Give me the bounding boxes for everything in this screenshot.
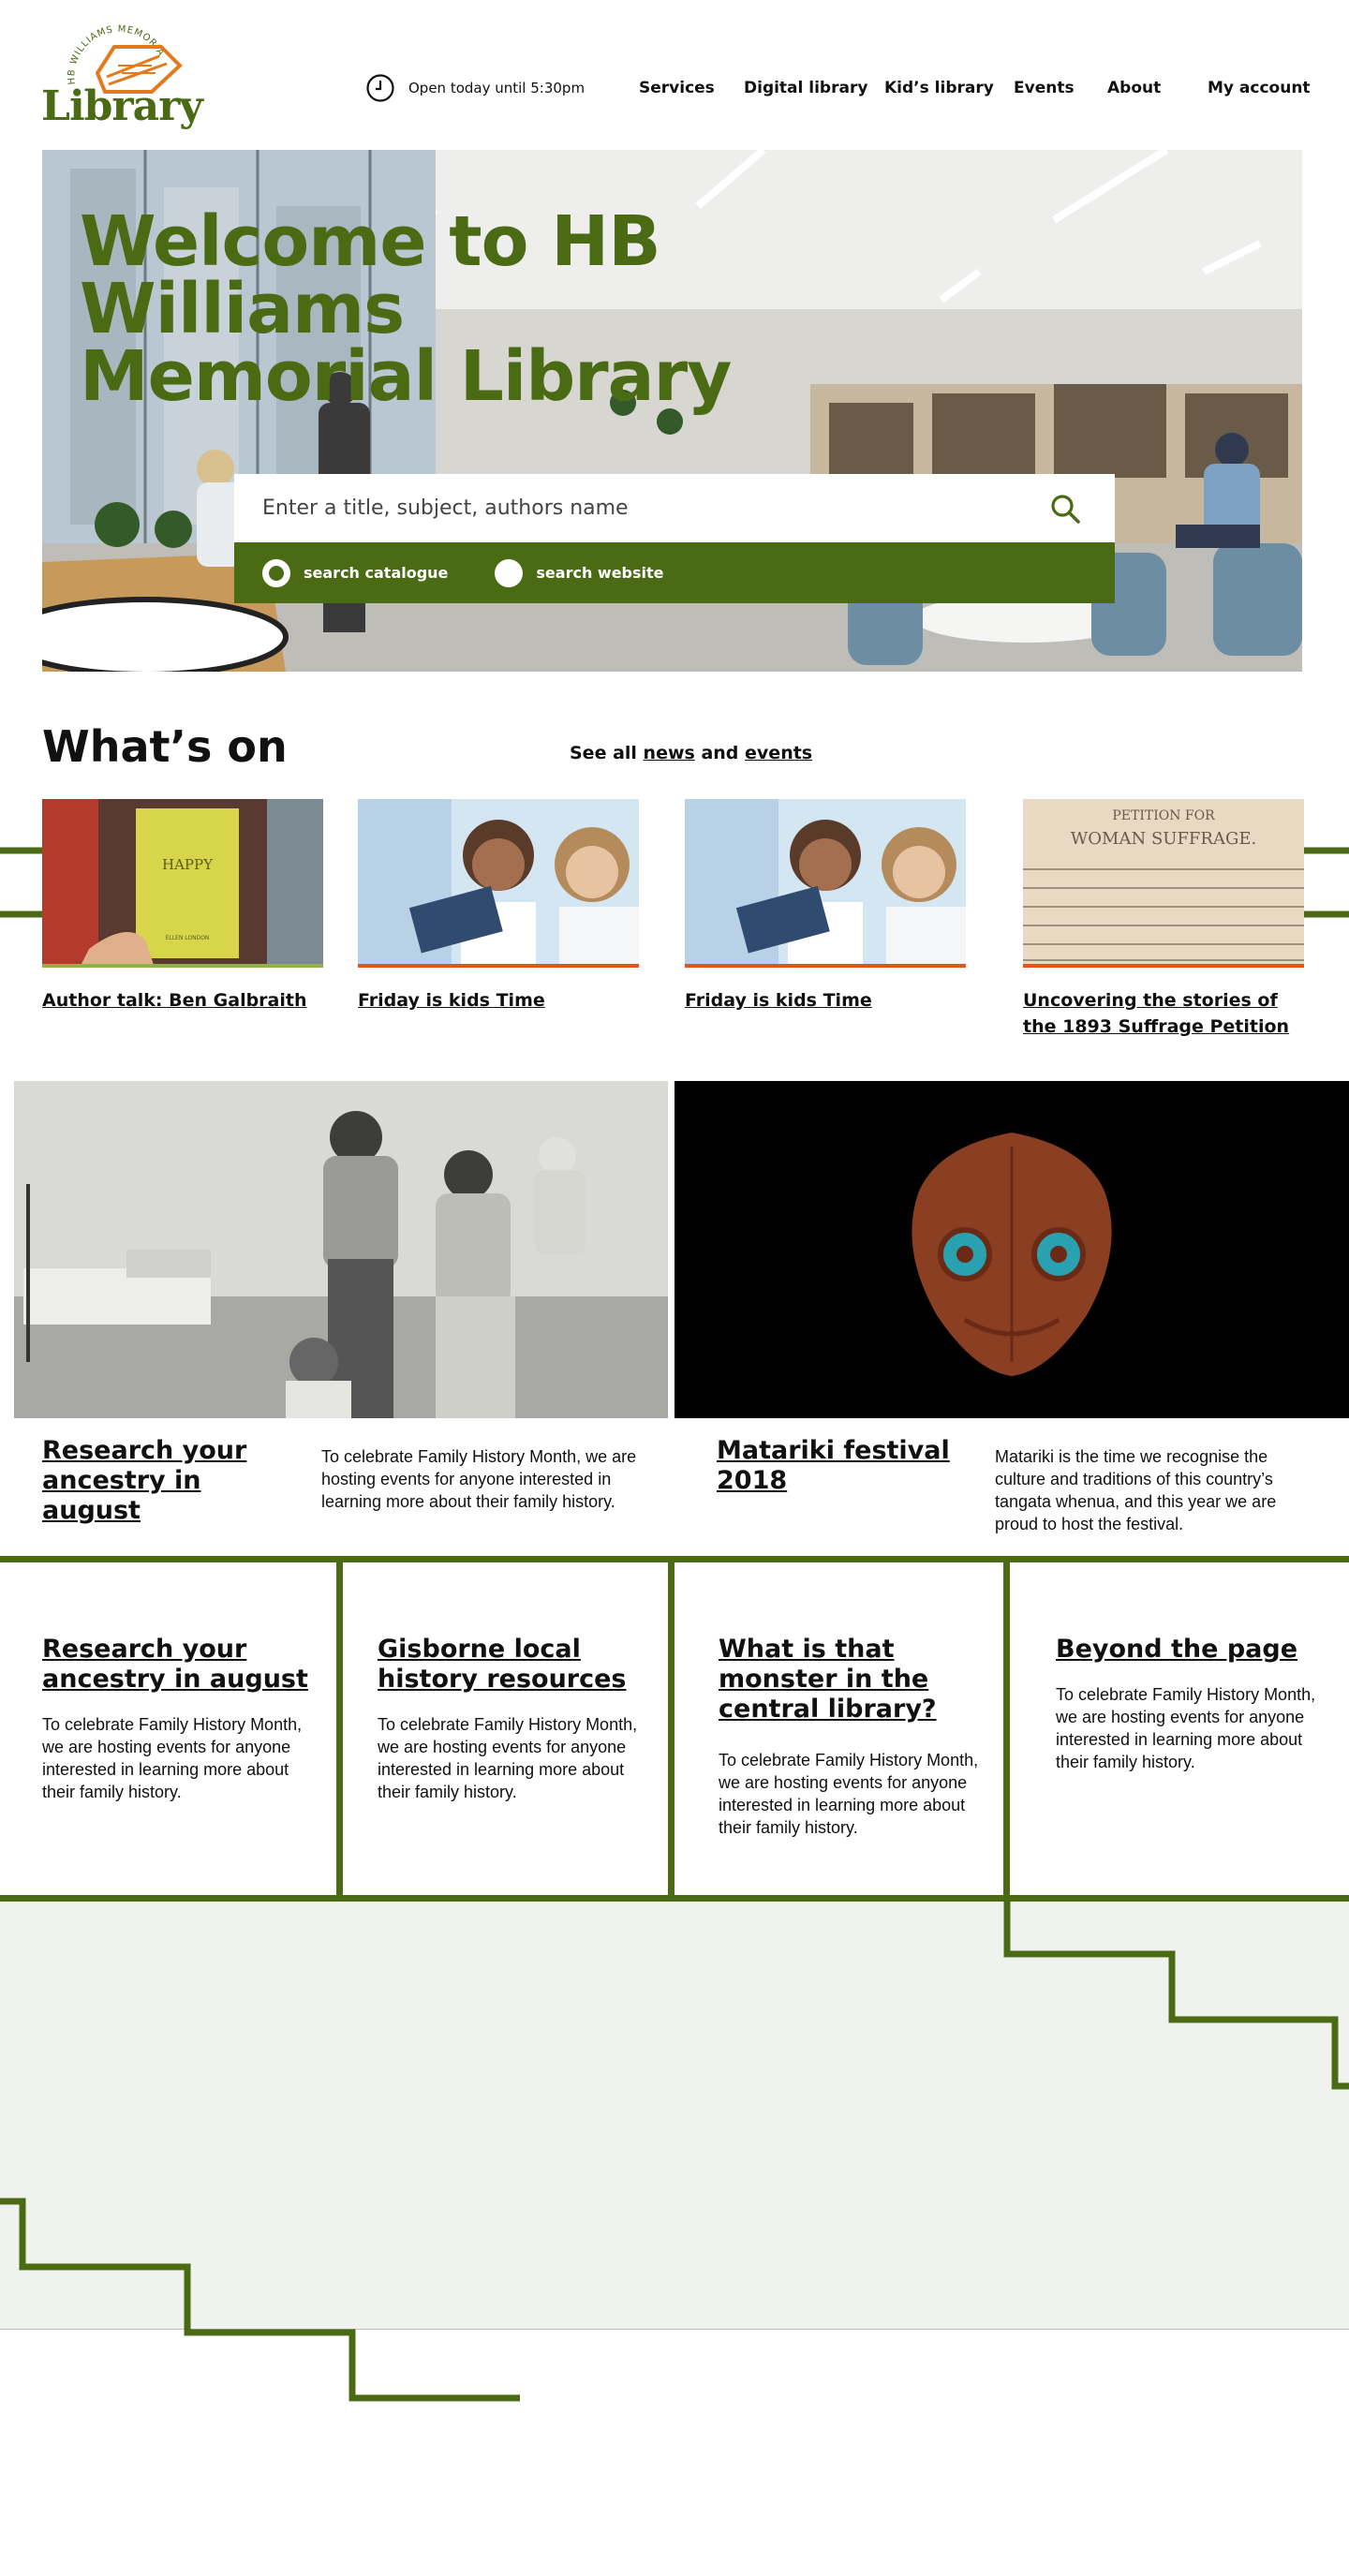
event-image-kids-time-1[interactable] xyxy=(358,799,639,968)
whats-on-title: What’s on xyxy=(42,721,288,772)
grid-line-top xyxy=(0,1556,1349,1562)
card-heading-ancestry[interactable]: Research your ancestry in august xyxy=(42,1635,314,1695)
nav-my-account[interactable]: My account xyxy=(1208,79,1311,101)
card-text-monster: To celebrate Family History Month, we ar… xyxy=(719,1751,979,1837)
hero-banner: Welcome to HB Williams Memorial Library … xyxy=(42,150,1302,672)
feature-heading-ancestry[interactable]: Research your ancestry in august xyxy=(42,1436,286,1526)
nav-about[interactable]: About xyxy=(1107,79,1161,101)
see-all-prefix: See all xyxy=(570,743,637,763)
search-options: search catalogue search website xyxy=(234,542,1115,603)
grid-divider-3 xyxy=(1003,1556,1010,1902)
radio-search-website-label: search website xyxy=(536,564,664,582)
card-text-ancestry: To celebrate Family History Month, we ar… xyxy=(42,1715,303,1801)
logo[interactable]: HB WILLIAMS MEMORIAL Library xyxy=(39,19,203,130)
event-title-author-talk[interactable]: Author talk: Ben Galbraith xyxy=(42,987,333,1014)
feature-text-ancestry: To celebrate Family History Month, we ar… xyxy=(321,1447,637,1511)
feature-image-ancestry[interactable] xyxy=(14,1081,668,1418)
card-ancestry: Research your ancestry in august To cele… xyxy=(42,1635,314,1803)
search-input[interactable] xyxy=(262,496,1049,520)
svg-text:ELLEN LONDON: ELLEN LONDON xyxy=(166,935,210,941)
radio-search-catalogue-label: search catalogue xyxy=(304,564,449,582)
search-icon[interactable] xyxy=(1049,493,1081,525)
card-text-beyond-page: To celebrate Family History Month, we ar… xyxy=(1056,1685,1316,1771)
feature-text-matariki: Matariki is the time we recognise the cu… xyxy=(995,1447,1277,1533)
event-title-suffrage[interactable]: Uncovering the stories of the 1893 Suffr… xyxy=(1023,987,1313,1040)
nav-services[interactable]: Services xyxy=(639,79,715,101)
radio-unselected-indicator[interactable] xyxy=(495,558,524,587)
event-title-kids-time-1[interactable]: Friday is kids Time xyxy=(358,987,648,1014)
card-beyond-page: Beyond the page To celebrate Family Hist… xyxy=(1056,1635,1327,1773)
card-heading-monster[interactable]: What is that monster in the central libr… xyxy=(719,1635,990,1725)
card-monster: What is that monster in the central libr… xyxy=(719,1635,990,1839)
nav-events[interactable]: Events xyxy=(1014,79,1075,101)
svg-text:HB WILLIAMS MEMORIAL: HB WILLIAMS MEMORIAL xyxy=(39,19,166,85)
see-all-and: and xyxy=(701,743,739,763)
see-all-links: See all news and events xyxy=(570,743,812,763)
event-photo-kids xyxy=(358,799,639,964)
event-image-kids-time-2[interactable] xyxy=(685,799,966,968)
decorative-steps xyxy=(0,1896,1349,2402)
opening-hours-text: Open today until 5:30pm xyxy=(408,80,586,96)
nav-kids-library[interactable]: Kid’s library xyxy=(884,79,994,101)
event-photo-book: HAPPY ELLEN LONDON xyxy=(42,799,323,964)
logo-wordmark: Library xyxy=(41,82,203,130)
nav-digital-library[interactable]: Digital library xyxy=(744,79,867,101)
hero-title-line1: Welcome to HB Williams xyxy=(80,201,661,349)
grid-divider-2 xyxy=(668,1556,674,1902)
events-link[interactable]: events xyxy=(745,743,812,763)
card-heading-local-history[interactable]: Gisborne local history resources xyxy=(378,1635,649,1695)
event-image-author-talk[interactable]: HAPPY ELLEN LONDON xyxy=(42,799,323,968)
card-local-history: Gisborne local history resources To cele… xyxy=(378,1635,649,1803)
feature-photo-carving xyxy=(674,1081,1349,1418)
card-text-local-history: To celebrate Family History Month, we ar… xyxy=(378,1715,638,1801)
feature-heading-matariki[interactable]: Matariki festival 2018 xyxy=(717,1436,998,1496)
feature-photo-family xyxy=(14,1081,668,1418)
radio-search-website[interactable]: search website xyxy=(495,558,664,587)
opening-hours: Open today until 5:30pm xyxy=(365,73,585,103)
svg-text:PETITION FOR: PETITION FOR xyxy=(1112,808,1215,823)
svg-text:WOMAN SUFFRAGE.: WOMAN SUFFRAGE. xyxy=(1071,829,1256,849)
radio-search-catalogue[interactable]: search catalogue xyxy=(262,558,449,587)
news-link[interactable]: news xyxy=(644,743,695,763)
event-image-suffrage[interactable]: PETITION FOR WOMAN SUFFRAGE. xyxy=(1023,799,1304,968)
grid-divider-1 xyxy=(336,1556,343,1902)
clock-icon xyxy=(366,74,394,102)
event-title-kids-time-2[interactable]: Friday is kids Time xyxy=(685,987,975,1014)
event-photo-kids xyxy=(685,799,966,964)
radio-selected-indicator[interactable] xyxy=(262,558,290,587)
card-heading-beyond-page[interactable]: Beyond the page xyxy=(1056,1635,1327,1665)
search-bar xyxy=(234,474,1115,542)
feature-image-matariki[interactable] xyxy=(674,1081,1349,1418)
svg-text:HAPPY: HAPPY xyxy=(162,856,214,873)
hero-title-line2: Memorial Library xyxy=(80,336,732,417)
hero-title: Welcome to HB Williams Memorial Library xyxy=(80,201,923,417)
event-photo-petition: PETITION FOR WOMAN SUFFRAGE. xyxy=(1023,799,1304,964)
